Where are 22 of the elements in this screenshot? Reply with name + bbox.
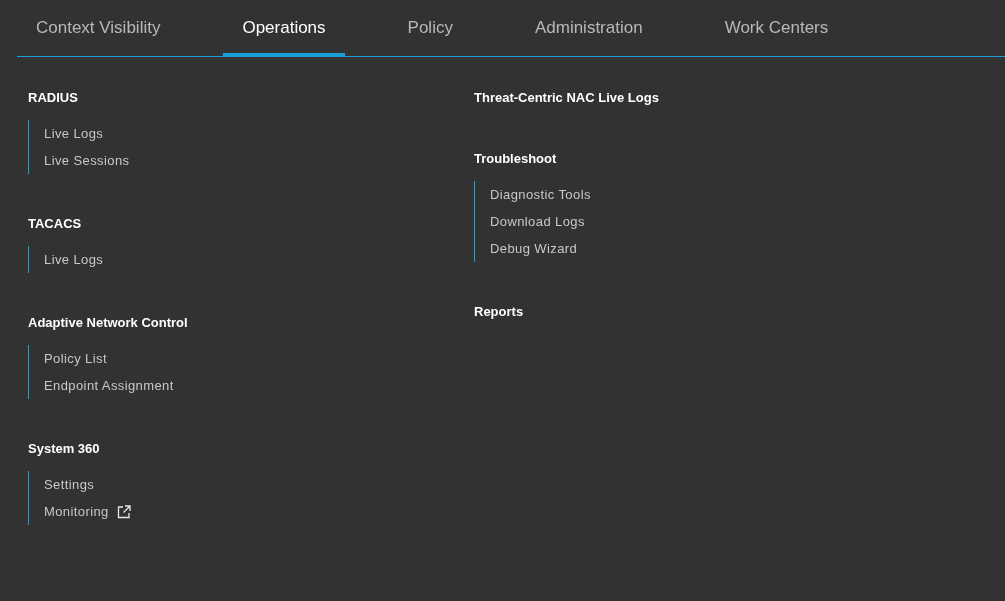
- menu-link[interactable]: Live Sessions: [44, 153, 130, 168]
- nav-tab[interactable]: Administration: [515, 0, 662, 57]
- menu-link[interactable]: Monitoring: [44, 504, 109, 519]
- nav-tab[interactable]: Context Visibility: [17, 0, 180, 57]
- section-heading: TACACS: [28, 215, 83, 233]
- section-heading: Reports: [474, 303, 525, 321]
- menu-link[interactable]: Debug Wizard: [490, 241, 578, 256]
- menu-link[interactable]: Download Logs: [490, 214, 585, 229]
- menu-link[interactable]: Live Logs: [44, 126, 104, 141]
- section-heading: Adaptive Network Control: [28, 314, 189, 332]
- menu-link[interactable]: Policy List: [44, 351, 107, 366]
- section-heading: System 360: [28, 440, 101, 458]
- menu-link[interactable]: Live Logs: [44, 252, 104, 267]
- menu-link[interactable]: Endpoint Assignment: [44, 378, 174, 393]
- section-heading: Troubleshoot: [474, 150, 558, 168]
- nav-tab[interactable]: Operations: [223, 0, 345, 57]
- nav-tab[interactable]: Policy: [388, 0, 472, 57]
- section-heading: Threat-Centric NAC Live Logs: [474, 89, 660, 107]
- menu-link[interactable]: Diagnostic Tools: [490, 187, 591, 202]
- section-heading: RADIUS: [28, 89, 79, 107]
- menu-link[interactable]: Settings: [44, 477, 95, 492]
- nav-tab[interactable]: Work Centers: [705, 0, 848, 57]
